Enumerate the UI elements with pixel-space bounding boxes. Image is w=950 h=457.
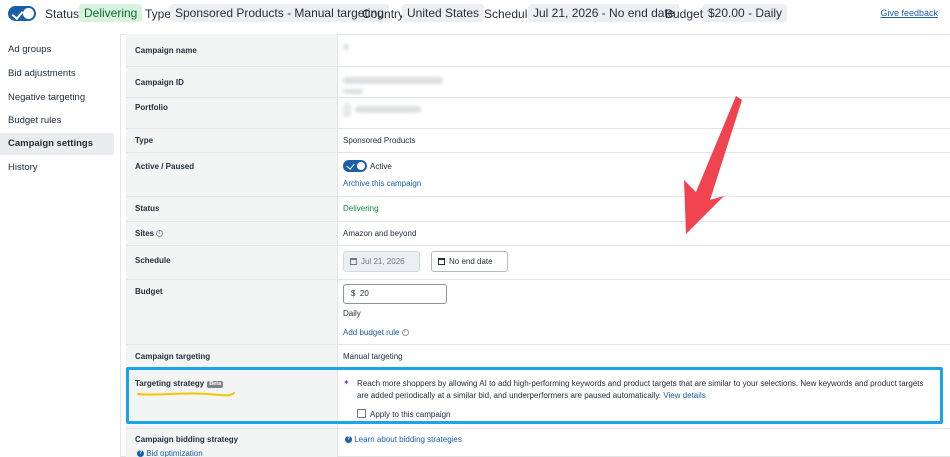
- status-row-value: Delivering: [343, 204, 379, 213]
- start-date-field: Jul 21, 2026: [343, 251, 420, 272]
- help-icon: ?: [137, 450, 144, 457]
- red-arrow-annotation: [684, 96, 742, 234]
- redacted-campaign-id-extra: [343, 89, 363, 94]
- country-badge: United States: [402, 4, 485, 22]
- redacted-campaign-id: [343, 77, 443, 84]
- currency-symbol: $: [351, 289, 356, 298]
- info-icon[interactable]: i: [156, 230, 164, 238]
- targeting-strategy-description: Reach more shoppers by allowing AI to ad…: [357, 378, 937, 402]
- end-date-field[interactable]: No end date: [431, 251, 508, 272]
- row-divider: [126, 66, 950, 67]
- row-divider: [126, 344, 950, 345]
- active-paused-label: Active / Paused: [135, 162, 195, 171]
- add-budget-rule-link[interactable]: Add budget rule i: [343, 328, 409, 337]
- redacted-portfolio-icon: [343, 103, 351, 117]
- apply-to-campaign-label: Apply to this campaign: [370, 410, 451, 419]
- end-date-text: No end date: [449, 257, 493, 266]
- sidebar-item-bid-adjustments[interactable]: Bid adjustments: [0, 63, 114, 85]
- learn-bidding-text: Learn about bidding strategies: [354, 435, 462, 444]
- targeting-strategy-label: Targeting strategy Beta: [135, 379, 224, 388]
- sites-value: Amazon and beyond: [343, 229, 417, 238]
- budget-label: Budget:: [665, 7, 707, 21]
- status-badge: Delivering: [79, 4, 143, 22]
- row-divider: [126, 97, 950, 98]
- add-budget-rule-text: Add budget rule: [343, 328, 400, 337]
- row-divider: [126, 196, 950, 197]
- sidebar-item-budget-rules[interactable]: Budget rules: [0, 110, 114, 132]
- targeting-strategy-text: Targeting strategy: [135, 379, 205, 388]
- strategy-description-text: Reach more shoppers by allowing AI to ad…: [357, 379, 924, 400]
- view-details-link[interactable]: View details: [663, 391, 706, 400]
- sites-label: Sites i: [135, 229, 164, 238]
- calendar-icon: [438, 258, 445, 265]
- row-divider: [126, 221, 950, 222]
- campaign-id-label: Campaign ID: [135, 78, 184, 87]
- ai-sparkle-icon: ✦: [343, 378, 350, 387]
- redacted-campaign-name: [343, 44, 349, 50]
- budget-period: Daily: [343, 309, 361, 318]
- bid-optimization-text: Bid optimization: [146, 449, 203, 457]
- sidebar-item-negative-targeting[interactable]: Negative targeting: [0, 87, 114, 109]
- apply-to-campaign-checkbox[interactable]: [357, 409, 366, 418]
- budget-row-label: Budget: [135, 287, 163, 296]
- country-label: Country:: [362, 7, 408, 21]
- budget-input[interactable]: $ 20: [343, 284, 447, 304]
- budget-badge: $20.00 - Daily: [703, 4, 788, 22]
- row-divider: [126, 152, 950, 153]
- portfolio-label: Portfolio: [135, 103, 168, 112]
- row-divider: [126, 428, 950, 429]
- active-state-text: Active: [370, 162, 392, 171]
- schedule-badge: Jul 21, 2026 - No end date: [528, 4, 680, 22]
- learn-bidding-link[interactable]: ? Learn about bidding strategies: [343, 435, 462, 444]
- yellow-underline-annotation: [137, 392, 235, 397]
- sites-label-text: Sites: [135, 229, 155, 238]
- status-row-label: Status: [135, 204, 160, 213]
- campaign-enabled-toggle[interactable]: [8, 6, 36, 21]
- campaign-targeting-value: Manual targeting: [343, 352, 403, 361]
- row-divider: [126, 245, 950, 246]
- campaign-name-label: Campaign name: [135, 46, 197, 55]
- archive-campaign-link[interactable]: Archive this campaign: [343, 179, 421, 188]
- schedule-row-label: Schedule: [135, 256, 171, 265]
- sidebar-item-history[interactable]: History: [0, 157, 114, 179]
- sidebar-item-ad-groups[interactable]: Ad groups: [0, 39, 114, 61]
- campaign-status-bar: Status: Delivering Type: Sponsored Produ…: [0, 0, 950, 26]
- row-divider: [126, 279, 950, 280]
- type-badge: Sponsored Products - Manual targeting: [170, 4, 389, 22]
- give-feedback-link[interactable]: Give feedback: [880, 8, 938, 18]
- row-divider: [126, 128, 950, 129]
- campaign-targeting-label: Campaign targeting: [135, 352, 211, 361]
- beta-badge: Beta: [207, 381, 224, 388]
- active-toggle[interactable]: [343, 160, 367, 172]
- calendar-icon: [350, 258, 357, 265]
- type-row-value: Sponsored Products: [343, 136, 416, 145]
- budget-amount: 20: [359, 289, 369, 298]
- start-date-text: Jul 21, 2026: [361, 257, 405, 266]
- help-icon: ?: [345, 436, 352, 444]
- sidebar-item-campaign-settings[interactable]: Campaign settings: [0, 133, 114, 155]
- redacted-portfolio: [355, 106, 421, 113]
- bidding-strategy-label: Campaign bidding strategy: [135, 435, 239, 444]
- info-icon[interactable]: i: [401, 329, 409, 337]
- bid-optimization-link[interactable]: ? Bid optimization: [135, 449, 203, 457]
- status-label: Status:: [45, 7, 83, 21]
- type-row-label: Type: [135, 136, 154, 145]
